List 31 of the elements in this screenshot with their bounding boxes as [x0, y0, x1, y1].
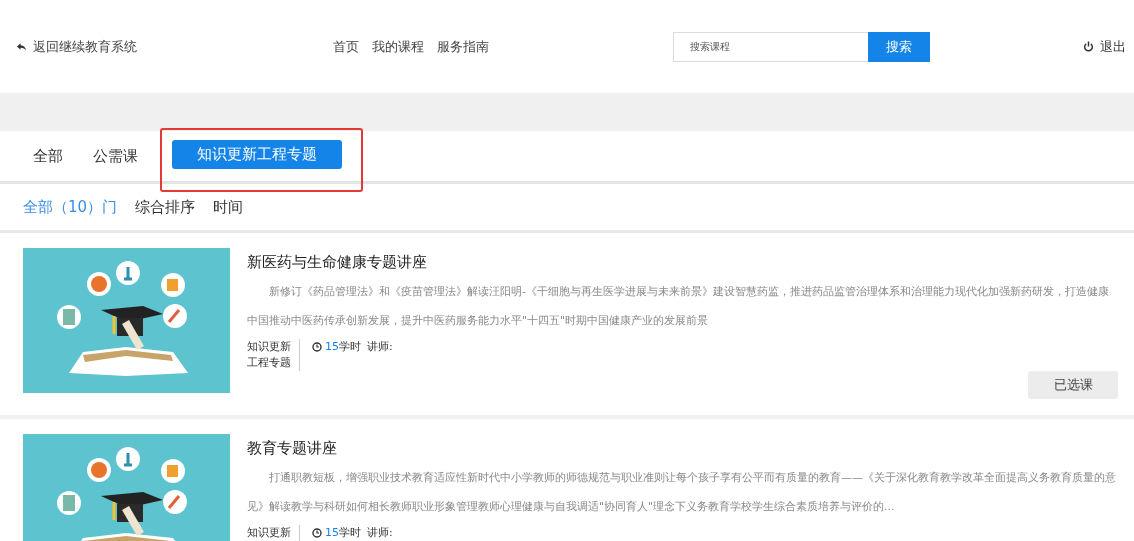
course-title[interactable]: 教育专题讲座	[247, 439, 1118, 458]
filter-link[interactable]: 全部（10）门	[23, 197, 118, 217]
category-tab[interactable]: 知识更新工程专题	[172, 140, 342, 169]
hours-unit: 学时	[339, 525, 361, 541]
hours-value: 15	[325, 525, 339, 541]
nav-link[interactable]: 首页	[333, 37, 359, 56]
course-tag: 知识更新	[247, 525, 299, 541]
back-arrow-icon	[16, 41, 27, 52]
teacher-label: 讲师:	[367, 339, 393, 355]
category-tab[interactable]: 公需课	[93, 141, 138, 171]
hours-unit: 学时	[339, 339, 361, 355]
power-icon	[1083, 41, 1094, 52]
course-title[interactable]: 新医药与生命健康专题讲座	[247, 253, 1118, 272]
search-button[interactable]: 搜索	[868, 31, 930, 62]
course-tag: 工程专题	[247, 355, 299, 371]
filter-link[interactable]: 时间	[213, 197, 244, 217]
teacher-label: 讲师:	[367, 525, 393, 541]
clock-icon	[312, 342, 322, 352]
search-field[interactable]: 搜索课程	[673, 31, 868, 62]
course-tag: 知识更新	[247, 339, 299, 355]
nav-link[interactable]: 服务指南	[437, 37, 489, 56]
clock-icon	[312, 528, 322, 538]
logout-link[interactable]: 退出	[1083, 37, 1126, 56]
category-tab[interactable]: 全部	[33, 141, 63, 171]
filter-link[interactable]: 综合排序	[135, 197, 196, 217]
enrolled-button[interactable]: 已选课	[1028, 371, 1118, 399]
back-link[interactable]: 返回继续教育系统	[16, 37, 333, 56]
course-description: 打通职教短板，增强职业技术教育适应性新时代中小学教师的师德规范与职业准则让每个孩子享有公平而有质量的教育——《关于深化教育教学改革全面提高义务教育质量的意见》解读教学与科研如何相长教师职业形象管理教师心理健康与自我调适"协同育人"理念下义务教育学校学生综合素质培养与评价的...	[247, 470, 1117, 515]
course-description: 新修订《药品管理法》和《疫苗管理法》解读汪阳明-《干细胞与再生医学进展与未来前景》建设智慧药监，推进药品监管治理体系和治理能力现代化加强新药研发，打造健康中国推动中医药传承创新发展，提升中医药服务能力水平"十四五"时期中国健康产业的发展前景	[247, 284, 1110, 329]
hours-value: 15	[325, 339, 339, 355]
nav-link[interactable]: 我的课程	[372, 37, 424, 56]
